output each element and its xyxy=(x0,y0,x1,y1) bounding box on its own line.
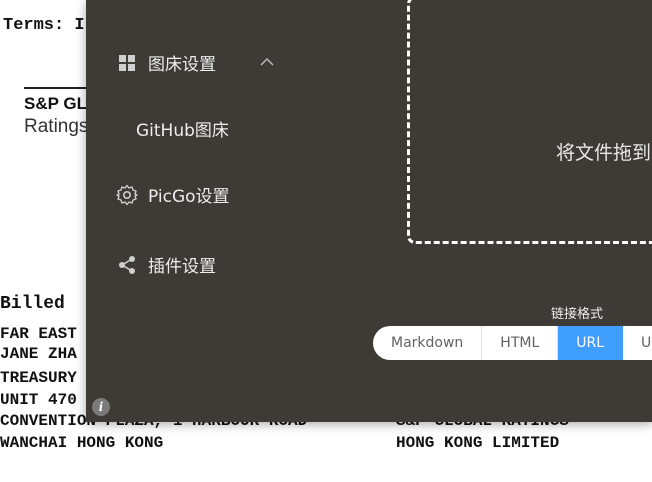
billed-label: Billed xyxy=(0,294,65,314)
chevron-up-icon[interactable] xyxy=(260,52,274,71)
upload-drop-zone[interactable] xyxy=(407,0,652,244)
grid-icon xyxy=(116,52,138,74)
address-line-4: UNIT 470 xyxy=(0,391,77,409)
sidebar-item-github-picbed[interactable]: GitHub图床 xyxy=(136,116,229,141)
link-format-html[interactable]: HTML xyxy=(482,326,559,360)
link-format-label: 链接格式 xyxy=(551,307,604,322)
link-format-markdown[interactable]: Markdown xyxy=(373,326,483,360)
recipient-line-2: HONG KONG LIMITED xyxy=(396,434,560,452)
address-line-3: TREASURY xyxy=(0,369,77,387)
info-icon[interactable]: i xyxy=(92,398,110,416)
sidebar-item-picbed-settings[interactable]: 图床设置 xyxy=(116,50,216,75)
gear-icon xyxy=(116,184,138,206)
sidebar-item-label: PicGo设置 xyxy=(148,187,230,207)
sidebar-item-picgo-settings[interactable]: PicGo设置 xyxy=(116,182,230,207)
link-format-url[interactable]: URL xyxy=(558,326,624,360)
sidebar-item-label: GitHub图床 xyxy=(136,121,229,141)
ratings-logo-text: Ratings xyxy=(24,116,89,137)
link-format-ubb[interactable]: U xyxy=(623,326,652,360)
terms-label: Terms: I xyxy=(3,16,85,35)
logo-rule xyxy=(24,87,94,89)
drop-zone-text: 将文件拖到 xyxy=(556,142,652,164)
sidebar-item-label: 插件设置 xyxy=(148,257,216,277)
sp-logo-text: S&P GL xyxy=(24,94,87,113)
address-line-6: WANCHAI HONG KONG xyxy=(0,434,164,452)
picgo-window: 图床设置 GitHub图床 PicGo设置 插件设置 将文件拖到 链接格式 Ma… xyxy=(86,0,652,422)
address-line-1: FAR EAST xyxy=(0,325,77,343)
address-line-2: JANE ZHA xyxy=(0,345,77,363)
link-format-selector: Markdown HTML URL U xyxy=(373,326,652,360)
sidebar-item-label: 图床设置 xyxy=(148,55,216,75)
share-icon xyxy=(116,254,138,276)
sidebar-item-plugin-settings[interactable]: 插件设置 xyxy=(116,252,216,277)
